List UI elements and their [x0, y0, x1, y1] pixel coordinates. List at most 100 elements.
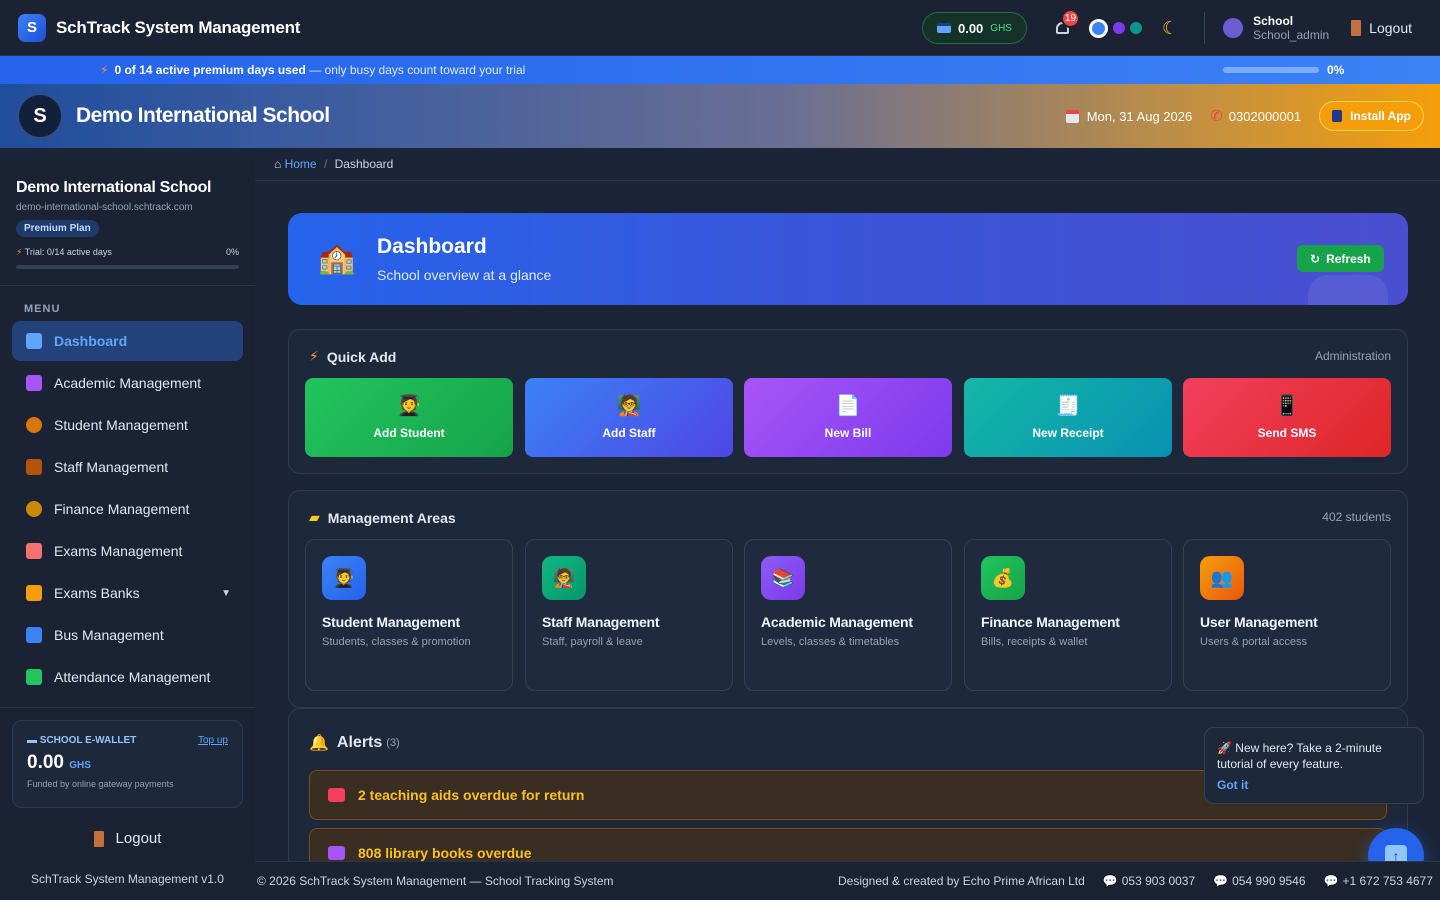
theme-purple-swatch[interactable]: [1112, 22, 1125, 34]
teacher-icon: 🧑‍🏫: [542, 556, 586, 600]
got-it-button[interactable]: Got it: [1217, 777, 1411, 793]
user-menu[interactable]: School School_admin: [1223, 14, 1329, 42]
notifications-button[interactable]: 19: [1053, 9, 1080, 38]
trial-strong-text: 0 of 14 active premium days used: [114, 63, 306, 77]
academic-management-card[interactable]: 📚 Academic Management Levels, classes & …: [744, 539, 952, 691]
footer-contacts: Designed & created by Echo Prime African…: [838, 874, 1433, 888]
area-subtitle: Bills, receipts & wallet: [981, 636, 1088, 648]
exam-paper-icon: [26, 543, 42, 559]
install-app-button[interactable]: Install App: [1319, 101, 1424, 131]
chevron-down-icon[interactable]: ▼: [221, 588, 231, 599]
area-title: Academic Management: [761, 614, 913, 630]
lightning-icon: ⚡: [16, 247, 23, 257]
user-management-card[interactable]: 👥 User Management Users & portal access: [1183, 539, 1391, 691]
books-icon: [26, 375, 42, 391]
wallet-balance-pill[interactable]: 0.00 GHS: [921, 12, 1027, 44]
new-bill-button[interactable]: 📄 New Bill: [744, 378, 952, 457]
dashboard-hero: 🏫 Dashboard School overview at a glance …: [288, 213, 1408, 305]
divider: [1204, 12, 1206, 44]
management-areas-panel: ▰ Management Areas 402 students 🧑‍🎓 Stud…: [288, 490, 1408, 708]
sidebar-school-domain: demo-international-school.schtrack.com: [16, 202, 193, 213]
sidebar-item-dashboard[interactable]: Dashboard: [12, 321, 243, 361]
sidebar-item-staff-management[interactable]: Staff Management: [12, 447, 243, 487]
wallet-amount: 0.00: [957, 20, 984, 36]
sidebar-wallet-head: ▬ SCHOOL E-WALLET Top up: [27, 735, 228, 746]
graduate-icon: 🧑‍🎓: [322, 556, 366, 600]
area-subtitle: Students, classes & promotion: [322, 636, 471, 648]
alert-text: 808 library books overdue: [358, 845, 532, 861]
footer-phone-wrap: 💬 053 903 0037: [1103, 874, 1195, 888]
sms-icon: 📱: [1274, 394, 1300, 417]
top-bar: S SchTrack System Management 0.00 GHS 19…: [0, 0, 1440, 56]
quick-add-label: New Bill: [824, 425, 872, 440]
dark-mode-moon-icon[interactable]: ☾: [1162, 18, 1178, 39]
document-icon: 📄: [835, 394, 861, 417]
area-title: Finance Management: [981, 614, 1120, 630]
sidebar-item-label: Academic Management: [54, 375, 202, 391]
sidebar-item-student-management[interactable]: Student Management: [12, 405, 243, 445]
sidebar-wallet-note: Funded by online gateway payments: [27, 779, 174, 789]
sidebar-logout-button[interactable]: Logout: [0, 830, 255, 847]
school-phone-wrap: ✆ 0302000001: [1210, 107, 1301, 125]
money-bag-icon: [26, 501, 42, 517]
breadcrumb-home-link[interactable]: Home: [285, 157, 317, 171]
staff-management-card[interactable]: 🧑‍🏫 Staff Management Staff, payroll & le…: [525, 539, 733, 691]
door-icon: [1351, 20, 1362, 36]
send-sms-button[interactable]: 📱 Send SMS: [1183, 378, 1391, 457]
trial-progress-bar: [1223, 67, 1319, 73]
finance-management-card[interactable]: 💰 Finance Management Bills, receipts & w…: [964, 539, 1172, 691]
hero-decoration: [1308, 275, 1388, 305]
footer-phone[interactable]: +1 672 753 4677: [1342, 874, 1432, 888]
sidebar-trial-text: Trial: 0/14 active days: [24, 247, 112, 257]
graduate-icon: [26, 417, 42, 433]
books-icon: 📚: [761, 556, 805, 600]
school-name: Demo International School: [76, 104, 330, 127]
sidebar-item-exams-management[interactable]: Exams Management: [12, 531, 243, 571]
area-title: Student Management: [322, 614, 460, 630]
user-avatar-icon: [1223, 18, 1244, 38]
school-logo-icon: S: [16, 92, 64, 140]
theme-blue-swatch[interactable]: [1088, 18, 1108, 38]
chat-icon: 💬: [1323, 874, 1339, 888]
alerts-header: 🔔 Alerts (3): [309, 733, 400, 753]
sidebar-item-finance-management[interactable]: Finance Management: [12, 489, 243, 529]
app-title[interactable]: SchTrack System Management: [56, 18, 300, 38]
refresh-button[interactable]: ↻ Refresh: [1297, 245, 1384, 272]
quick-add-title: Quick Add: [326, 348, 397, 365]
footer-copyright: © 2026 SchTrack System Management — Scho…: [257, 874, 614, 888]
add-student-button[interactable]: 🧑‍🎓 Add Student: [305, 378, 513, 457]
logout-button[interactable]: Logout: [1351, 20, 1412, 36]
top-up-link[interactable]: Top up: [198, 735, 228, 746]
sidebar-item-attendance-management[interactable]: Attendance Management: [12, 657, 243, 697]
sidebar-item-label: Exams Management: [54, 543, 183, 559]
area-title: User Management: [1200, 614, 1318, 630]
quick-add-header: ⚡ Quick Add: [309, 348, 396, 365]
area-subtitle: Levels, classes & timetables: [761, 636, 900, 648]
school-date-wrap: Mon, 31 Aug 2026: [1065, 109, 1192, 124]
sidebar-item-academic-management[interactable]: Academic Management: [12, 363, 243, 403]
sidebar-wallet-currency: GHS: [69, 760, 91, 771]
door-icon: [93, 830, 104, 847]
sidebar-item-label: Attendance Management: [54, 669, 211, 685]
sidebar-trial-wrap: ⚡ Trial: 0/14 active days: [16, 247, 112, 258]
footer: © 2026 SchTrack System Management — Scho…: [255, 861, 1440, 900]
footer-phone[interactable]: 054 990 9546: [1232, 874, 1305, 888]
add-staff-button[interactable]: 🧑‍🏫 Add Staff: [525, 378, 733, 457]
credit-card-icon: [936, 23, 951, 33]
new-receipt-button[interactable]: 🧾 New Receipt: [964, 378, 1172, 457]
app-logo-icon[interactable]: S: [18, 13, 46, 42]
alerts-count: (3): [386, 737, 400, 749]
student-management-card[interactable]: 🧑‍🎓 Student Management Students, classes…: [305, 539, 513, 691]
breadcrumb-current: Dashboard: [334, 157, 394, 171]
theme-teal-swatch[interactable]: [1129, 22, 1142, 34]
quick-add-label: Add Staff: [602, 425, 656, 440]
management-areas-header: ▰ Management Areas: [309, 509, 456, 526]
onboarding-tour-popover: 🚀 New here? Take a 2-minute tutorial of …: [1204, 727, 1424, 804]
school-phone: 0302000001: [1228, 109, 1302, 124]
footer-phone[interactable]: 053 903 0037: [1122, 874, 1195, 888]
sidebar-item-exams-banks[interactable]: Exams Banks ▼: [12, 573, 243, 613]
sidebar-item-bus-management[interactable]: Bus Management: [12, 615, 243, 655]
sidebar: Demo International School demo-internati…: [0, 160, 255, 900]
quick-add-label: New Receipt: [1032, 425, 1104, 440]
crown-icon: [26, 585, 42, 601]
